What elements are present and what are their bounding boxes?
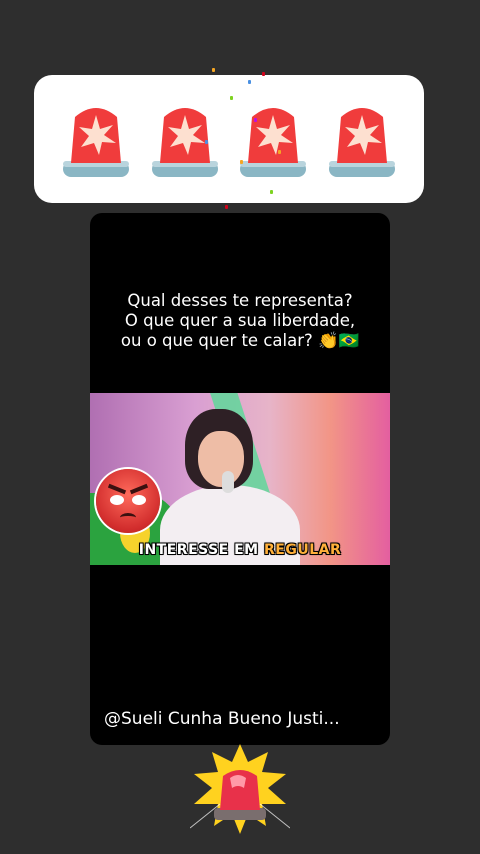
police-light-icon [240, 108, 307, 177]
speaker-face [198, 431, 244, 487]
video-subtitle: INTERESSE EM REGULAR [90, 542, 390, 558]
caption-line: Qual desses te representa? [127, 291, 353, 310]
subtitle-text: INTERESSE EM [138, 542, 259, 558]
police-light-icon [328, 108, 395, 177]
siren-sticker-bar[interactable] [34, 75, 424, 203]
post-caption: Qual desses te representa? O que quer a … [90, 291, 390, 351]
video-post-card[interactable]: Qual desses te representa? O que quer a … [90, 213, 390, 745]
subtitle-highlight: REGULAR [263, 542, 342, 558]
police-light-burst-icon[interactable] [190, 744, 290, 834]
microphone-icon [222, 471, 234, 493]
author-handle[interactable]: @Sueli Cunha Bueno Justi... [104, 709, 380, 729]
police-light-icon [63, 108, 130, 177]
video-clip[interactable]: INTERESSE EM REGULAR [90, 393, 390, 565]
caption-line: ou o que quer te calar? 👏🇧🇷 [120, 331, 360, 350]
angry-face-icon [96, 469, 160, 533]
caption-line: O que quer a sua liberdade, [124, 311, 356, 330]
police-light-icon [151, 108, 218, 177]
